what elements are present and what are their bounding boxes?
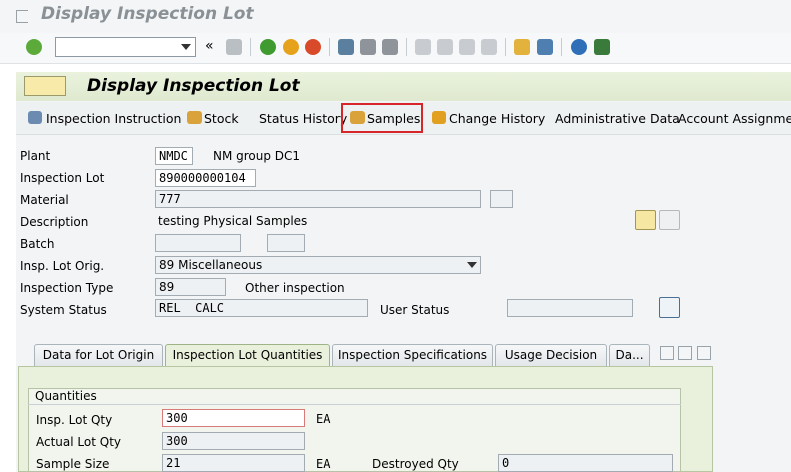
save-icon[interactable] [226,39,242,55]
insp-lot-qty-label: Insp. Lot Qty [36,413,113,427]
insp-lot-origin-label: Insp. Lot Orig. [20,259,105,273]
enter-icon[interactable] [26,39,42,55]
inspection-lot-label: Inspection Lot [20,171,105,185]
system-status-field[interactable]: REL CALC [155,299,368,317]
separator [250,38,251,56]
description-value: testing Physical Samples [158,214,308,228]
back-icon[interactable] [260,39,276,55]
insp-lot-qty-unit: EA [316,412,331,426]
inspection-type-description: Other inspection [245,281,345,295]
plant-field[interactable]: NMDC [155,147,193,165]
account-assignment-button[interactable]: Account Assignment [678,111,791,126]
inspection-type-field[interactable]: 89 [155,278,226,296]
instruction-icon [28,111,42,124]
separator [505,38,506,56]
command-field[interactable] [55,37,196,57]
find-next-icon[interactable] [382,39,398,55]
change-history-button[interactable]: Change History [449,111,545,126]
user-status-field[interactable] [507,299,633,317]
group-divider [28,404,681,405]
exit-icon[interactable] [16,10,28,23]
batch-label: Batch [20,237,55,251]
samples-button[interactable]: Samples [367,111,420,126]
find-icon[interactable] [360,39,376,55]
sample-size-unit: EA [316,457,331,471]
last-page-icon[interactable] [481,39,497,55]
insp-lot-qty-field[interactable]: 300 [162,409,305,427]
tab-usage-decision[interactable]: Usage Decision [495,344,607,366]
tab-scroll-right-icon[interactable] [678,346,692,360]
description-label: Description [20,215,89,229]
separator [561,38,562,56]
exit-app-icon[interactable] [283,39,299,55]
sample-size-field[interactable]: 21 [162,454,305,472]
batch-extra-field[interactable] [267,234,305,252]
chevron-down-icon[interactable] [181,44,191,50]
help-icon[interactable] [571,39,587,55]
tab-list-icon[interactable] [697,346,711,360]
inspection-instruction-button[interactable]: Inspection Instruction [46,111,181,126]
sample-size-label: Sample Size [36,457,110,471]
menu-button[interactable] [24,76,66,96]
change-history-icon [432,111,446,124]
destroyed-qty-label: Destroyed Qty [372,457,459,471]
destroyed-qty-field[interactable]: 0 [498,454,673,472]
customize-layout-icon[interactable] [594,39,610,55]
tab-scroll-left-icon[interactable] [660,346,674,360]
previous-page-icon[interactable] [437,39,453,55]
tab-data-for-lot-origin[interactable]: Data for Lot Origin [34,344,163,366]
separator [329,38,330,56]
material-field[interactable]: 777 [155,190,481,208]
plant-description: NM group DC1 [213,149,301,163]
tab-more[interactable]: Da... [609,344,650,366]
screen-title: Display Inspection Lot [87,76,300,96]
first-page-icon[interactable] [415,39,431,55]
inspection-lot-field[interactable]: 890000000104 [155,169,256,187]
plant-label: Plant [20,149,51,163]
info-icon[interactable] [659,297,680,318]
separator [406,38,407,56]
create-session-icon[interactable] [514,39,530,55]
window-title: Display Inspection Lot [41,4,254,24]
administrative-data-button[interactable]: Administrative Data [555,111,680,126]
tab-inspection-lot-quantities[interactable]: Inspection Lot Quantities [165,344,330,366]
chevron-down-icon[interactable] [467,262,477,268]
stock-button[interactable]: Stock [204,111,239,126]
insp-lot-origin-select[interactable]: 89 Miscellaneous [155,256,481,274]
actual-lot-qty-label: Actual Lot Qty [36,435,121,449]
long-text-icon[interactable] [635,210,656,230]
stock-icon [187,111,202,124]
cancel-icon[interactable] [305,39,321,55]
user-status-label: User Status [380,303,450,317]
system-status-label: System Status [20,303,107,317]
batch-field[interactable] [155,234,241,252]
actual-lot-qty-field[interactable]: 300 [162,432,305,450]
print-icon[interactable] [338,39,354,55]
inspection-type-label: Inspection Type [20,281,114,295]
tab-inspection-specifications[interactable]: Inspection Specifications [332,344,493,366]
material-label: Material [20,193,69,207]
material-extra-field[interactable] [490,190,513,208]
samples-icon [350,111,365,124]
history-back-icon[interactable]: « [205,38,214,54]
copy-text-icon[interactable] [659,210,680,230]
next-page-icon[interactable] [459,39,475,55]
status-history-button[interactable]: Status History [259,111,347,126]
shortcut-icon[interactable] [537,39,553,55]
quantities-title: Quantities [35,389,97,403]
